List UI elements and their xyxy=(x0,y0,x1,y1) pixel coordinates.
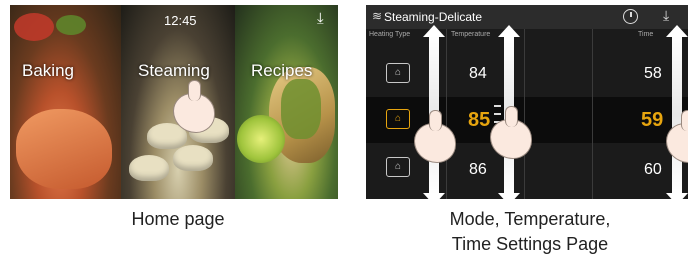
dumpling-image xyxy=(173,145,213,171)
column-divider xyxy=(592,29,593,199)
temperature-header: Temperature xyxy=(451,31,491,38)
scale-tick xyxy=(494,113,501,115)
page-indicator xyxy=(168,191,192,199)
home-screen: Baking Steaming Recipes 12:45 ⤓ xyxy=(10,5,338,199)
recipes-label: Recipes xyxy=(251,61,313,80)
hand-swipe-icon xyxy=(490,106,532,159)
clock-icon[interactable] xyxy=(623,9,638,24)
settings-caption-line2: Time Settings Page xyxy=(451,234,609,254)
heating-type-header: Heating Type xyxy=(369,31,411,38)
time-header: Time xyxy=(638,31,654,38)
salmon-image xyxy=(16,109,112,189)
steam-icon: ≋ xyxy=(372,9,383,23)
hand-swipe-icon xyxy=(666,110,688,163)
dumpling-image xyxy=(129,155,169,181)
column-divider xyxy=(524,29,525,199)
temperature-selected[interactable]: 85 xyxy=(468,109,490,132)
home-page-caption: Home page xyxy=(131,209,225,229)
tomato-image xyxy=(14,13,54,41)
steaming-tile[interactable]: Steaming xyxy=(121,5,235,199)
settings-caption-line1: Mode, Temperature, xyxy=(449,209,611,229)
download-icon[interactable]: ⤓ xyxy=(317,10,324,27)
mode-title: Steaming-Delicate xyxy=(384,10,483,24)
download-icon[interactable]: ⤓ xyxy=(663,7,669,24)
temperature-option[interactable]: 86 xyxy=(469,161,487,179)
time-option[interactable]: 60 xyxy=(644,161,662,179)
time-option[interactable]: 58 xyxy=(644,65,662,83)
baking-label: Baking xyxy=(22,61,74,80)
settings-screen: ≋ Steaming-Delicate ⤓ Heating Type Tempe… xyxy=(366,5,688,199)
baking-tile[interactable]: Baking xyxy=(10,5,121,199)
hand-swipe-icon xyxy=(414,110,456,163)
greens-image xyxy=(56,15,86,35)
clock-time: 12:45 xyxy=(164,13,197,28)
taco-filling-image xyxy=(281,79,321,139)
recipes-tile[interactable]: Recipes xyxy=(235,5,338,199)
lime-image xyxy=(237,115,285,163)
hand-tap-icon xyxy=(173,80,215,133)
scale-tick xyxy=(494,105,501,107)
settings-header: ≋ Steaming-Delicate ⤓ xyxy=(366,5,688,29)
steaming-label: Steaming xyxy=(138,61,210,80)
column-divider xyxy=(446,29,447,199)
steam-medium-icon[interactable]: ⌂ xyxy=(386,109,410,129)
time-selected[interactable]: 59 xyxy=(641,109,663,132)
steam-low-icon[interactable]: ⌂ xyxy=(386,63,410,83)
steam-high-icon[interactable]: ⌂ xyxy=(386,157,410,177)
temperature-option[interactable]: 84 xyxy=(469,65,487,83)
